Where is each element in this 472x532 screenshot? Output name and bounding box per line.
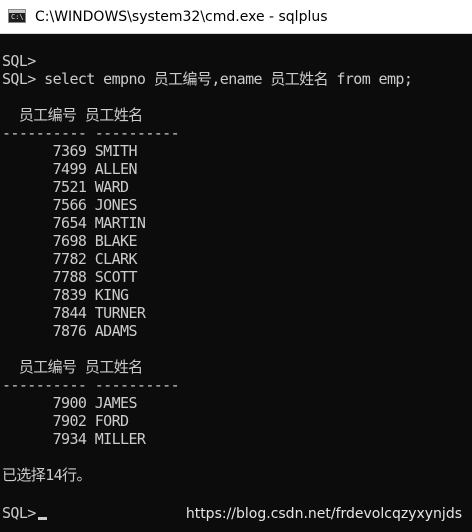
cmd-window: C:\ C:\WINDOWS\system32\cmd.exe - sqlplu… (0, 0, 472, 532)
console-window-icon[interactable]: C:\ (8, 9, 26, 23)
console-line: 7782 CLARK (2, 250, 138, 268)
console-icon-glyph: C:\ (11, 13, 24, 21)
console-output[interactable]: SQL> SQL> select empno 员工编号,ename 员工姓名 f… (0, 34, 472, 532)
console-line: 7839 KING (2, 286, 129, 304)
console-line: 7902 FORD (2, 412, 129, 430)
text-cursor (37, 517, 47, 520)
window-title: C:\WINDOWS\system32\cmd.exe - sqlplus (35, 9, 328, 25)
console-line: 已选择14行。 (2, 466, 91, 484)
console-line: 7369 SMITH (2, 142, 138, 160)
console-line: 7900 JAMES (2, 394, 138, 412)
console-lines: SQL> SQL> select empno 员工编号,ename 员工姓名 f… (2, 52, 470, 484)
title-bar[interactable]: C:\ C:\WINDOWS\system32\cmd.exe - sqlplu… (0, 0, 472, 34)
console-line: 员工编号 员工姓名 (2, 106, 143, 124)
command-prompt-line[interactable]: SQL> (2, 504, 47, 522)
console-line: 7521 WARD (2, 178, 129, 196)
console-line: 员工编号 员工姓名 (2, 358, 143, 376)
console-line: 7499 ALLEN (2, 160, 138, 178)
console-line: 7876 ADAMS (2, 322, 138, 340)
console-line: SQL> (2, 52, 36, 70)
sql-prompt: SQL> (2, 504, 36, 522)
console-line: 7654 MARTIN (2, 214, 146, 232)
console-line: ---------- ---------- (2, 124, 180, 142)
console-line: ---------- ---------- (2, 376, 180, 394)
console-line: SQL> select empno 员工编号,ename 员工姓名 from e… (2, 70, 413, 88)
console-line: 7566 JONES (2, 196, 138, 214)
console-line: 7934 MILLER (2, 430, 146, 448)
console-line: 7788 SCOTT (2, 268, 138, 286)
console-line: 7698 BLAKE (2, 232, 138, 250)
watermark-url: https://blog.csdn.net/frdevolcqzyxynjds (185, 506, 462, 522)
console-line: 7844 TURNER (2, 304, 146, 322)
